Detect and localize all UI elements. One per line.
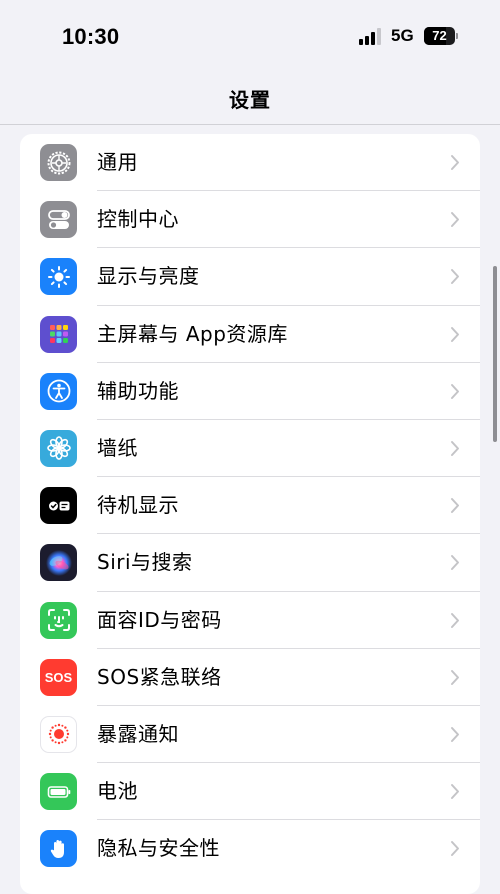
settings-item-label: SOS紧急联络 (97, 664, 222, 689)
battery-icon: 72 (424, 27, 455, 45)
app-grid-icon (40, 315, 77, 353)
scroll-indicator[interactable] (493, 266, 497, 442)
settings-item-general[interactable]: 通用 (20, 134, 480, 192)
settings-item-privacy-security[interactable]: 隐私与安全性 (20, 820, 480, 877)
settings-item-label: 墙纸 (97, 435, 138, 460)
settings-item-standby[interactable]: 待机显示 (20, 477, 480, 535)
settings-item-label: 辅助功能 (97, 378, 179, 403)
chevron-right-icon (451, 440, 459, 456)
chevron-right-icon (451, 612, 459, 628)
settings-item-label: 隐私与安全性 (97, 836, 220, 861)
settings-item-home-screen[interactable]: 主屏幕与 App资源库 (20, 306, 480, 363)
flower-icon (40, 429, 77, 467)
settings-item-label: 暴露通知 (97, 721, 179, 746)
battery-percent: 72 (432, 28, 447, 43)
sos-icon-text: SOS (44, 669, 73, 685)
settings-item-face-id[interactable]: 面容ID与密码 (20, 592, 480, 649)
settings-item-label: 待机显示 (97, 493, 179, 518)
cellular-signal-icon (359, 28, 383, 45)
status-bar: 10:30 5G 72 (0, 0, 500, 70)
chevron-right-icon (451, 212, 459, 228)
siri-icon (40, 544, 77, 582)
settings-item-label: 电池 (97, 779, 138, 804)
settings-list: 通用 控制中心 显示与亮度 主屏幕与 App资源库 辅助功能 墙纸 待机显示 S… (20, 134, 480, 894)
settings-item-battery[interactable]: 电池 (20, 763, 480, 821)
chevron-right-icon (451, 726, 459, 742)
sun-icon (40, 258, 77, 296)
settings-item-display-brightness[interactable]: 显示与亮度 (20, 248, 480, 306)
chevron-right-icon (451, 498, 459, 514)
gear-icon (40, 144, 77, 181)
chevron-right-icon (451, 555, 459, 571)
face-id-icon (40, 601, 77, 639)
page-title: 设置 (229, 88, 271, 112)
status-time: 10:30 (62, 24, 120, 49)
chevron-right-icon (451, 383, 459, 399)
standby-icon (40, 487, 77, 525)
settings-item-wallpaper[interactable]: 墙纸 (20, 420, 480, 478)
settings-item-emergency-sos[interactable]: SOS SOS紧急联络 (20, 649, 480, 706)
chevron-right-icon (451, 841, 459, 857)
nav-divider (0, 124, 500, 125)
settings-item-siri-search[interactable]: Siri与搜索 (20, 534, 480, 592)
battery-cap (456, 33, 458, 39)
settings-item-control-center[interactable]: 控制中心 (20, 191, 480, 249)
chevron-right-icon (451, 669, 459, 685)
chevron-right-icon (451, 269, 459, 285)
settings-item-label: 显示与亮度 (97, 264, 200, 289)
network-type: 5G (391, 26, 414, 45)
chevron-right-icon (451, 326, 459, 342)
settings-item-label: Siri与搜索 (97, 550, 193, 575)
settings-item-label: 面容ID与密码 (97, 607, 222, 632)
settings-item-accessibility[interactable]: 辅助功能 (20, 363, 480, 420)
settings-item-label: 主屏幕与 App资源库 (97, 321, 288, 346)
settings-item-label: 通用 (97, 150, 138, 174)
exposure-icon (40, 715, 77, 753)
battery-icon (40, 773, 77, 811)
chevron-right-icon (451, 784, 459, 800)
sos-icon: SOS (40, 658, 77, 696)
accessibility-icon (40, 372, 77, 410)
toggles-icon (40, 201, 77, 239)
hand-icon (40, 830, 77, 868)
chevron-right-icon (451, 155, 459, 170)
settings-item-label: 控制中心 (97, 207, 179, 232)
settings-item-exposure-notifications[interactable]: 暴露通知 (20, 706, 480, 764)
